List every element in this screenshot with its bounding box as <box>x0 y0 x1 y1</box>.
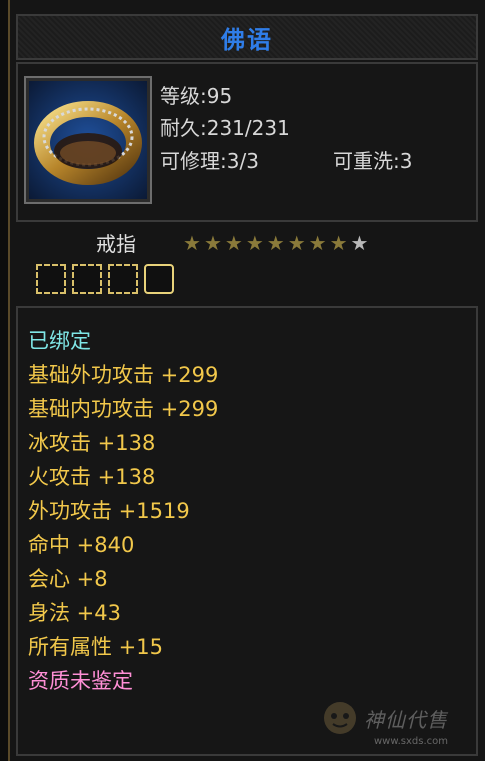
star-icon: ★ <box>203 231 222 255</box>
item-durability: 耐久:231/231 <box>160 116 290 140</box>
star-icon: ★ <box>350 231 369 255</box>
star-icon: ★ <box>287 231 306 255</box>
attribute-line: 基础外功攻击 +299 <box>28 363 219 387</box>
attribute-line: 身法 +43 <box>28 601 121 625</box>
star-rating: ★ ★ ★ ★ ★ ★ ★ ★ ★ <box>183 233 368 253</box>
attribute-line: 火攻击 +138 <box>28 465 156 489</box>
watermark: 神仙代售 <box>322 700 448 736</box>
star-icon: ★ <box>224 231 243 255</box>
watermark-url: www.sxds.com <box>374 736 449 747</box>
star-icon: ★ <box>308 231 327 255</box>
attribute-line: 基础内功攻击 +299 <box>28 397 219 421</box>
item-level: 等级:95 <box>160 84 233 108</box>
title-bar: 佛语 <box>16 14 478 60</box>
gem-socket[interactable] <box>108 264 138 294</box>
attribute-line: 外功攻击 +1519 <box>28 499 190 523</box>
attribute-line: 冰攻击 +138 <box>28 431 156 455</box>
star-icon: ★ <box>245 231 264 255</box>
gem-socket[interactable] <box>36 264 66 294</box>
attribute-line: 命中 +840 <box>28 533 135 557</box>
item-icon-slot[interactable] <box>24 76 152 204</box>
star-icon: ★ <box>329 231 348 255</box>
item-rewash: 可重洗:3 <box>333 149 413 173</box>
star-icon: ★ <box>183 231 201 255</box>
ring-icon <box>29 81 147 199</box>
mascot-logo-icon <box>324 702 356 734</box>
gem-socket[interactable] <box>144 264 174 294</box>
gem-socket[interactable] <box>72 264 102 294</box>
item-repairs: 可修理:3/3 <box>160 149 259 173</box>
attribute-line: 已绑定 <box>28 329 91 353</box>
attribute-line: 所有属性 +15 <box>28 635 163 659</box>
item-title: 佛语 <box>221 25 273 54</box>
attribute-line: 会心 +8 <box>28 567 108 591</box>
watermark-text: 神仙代售 <box>364 707 448 732</box>
star-icon: ★ <box>266 231 285 255</box>
attribute-line: 资质未鉴定 <box>28 669 133 693</box>
item-type-label: 戒指 <box>96 232 136 256</box>
socket-row <box>36 264 174 294</box>
